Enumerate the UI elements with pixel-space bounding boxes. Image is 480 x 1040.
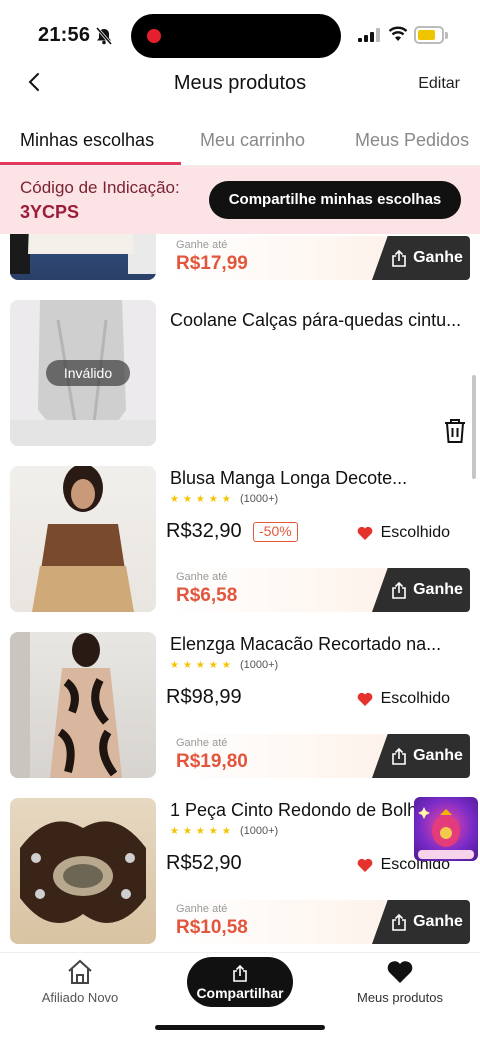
wifi-icon [388, 26, 408, 41]
review-count: (1000+) [240, 659, 279, 671]
list-item[interactable]: Inválido Coolane Calças pára-quedas cint… [0, 300, 480, 446]
earn-button[interactable]: Ganhe [372, 236, 470, 280]
home-indicator [155, 1025, 325, 1030]
product-image [10, 234, 156, 280]
review-count: (1000+) [240, 493, 279, 505]
nav-my-products-label: Meus produtos [357, 990, 443, 1005]
earn-box: Ganhe até R$10,58 Ganhe [170, 900, 470, 944]
share-icon [392, 249, 406, 267]
referral-code: 3YCPS [20, 202, 80, 222]
earn-box: Ganhe até R$6,58 Ganhe [170, 568, 470, 612]
product-image: Inválido [10, 300, 156, 446]
tab-minhas-escolhas[interactable]: Minhas escolhas [20, 130, 154, 151]
product-image [10, 632, 156, 778]
earn-button-label: Ganhe [413, 913, 463, 930]
share-icon [392, 913, 406, 931]
floating-promo-icon[interactable] [414, 797, 478, 861]
share-choices-button[interactable]: Compartilhe minhas escolhas [209, 181, 461, 219]
referral-label: Código de Indicação: [20, 178, 180, 197]
earn-label: Ganhe até [176, 903, 228, 915]
heart-icon [357, 526, 372, 540]
earn-button[interactable]: Ganhe [372, 900, 470, 944]
referral-banner: Código de Indicação: 3YCPS Compartilhe m… [0, 166, 480, 234]
earn-box: Ganhe até R$17,99 Ganhe [170, 236, 470, 280]
earn-button-label: Ganhe [413, 249, 463, 266]
edit-button[interactable]: Editar [418, 75, 460, 93]
rating-stars: ★★★★★ [170, 660, 235, 671]
heart-icon [357, 858, 372, 872]
product-image [10, 798, 156, 944]
earn-label: Ganhe até [176, 737, 228, 749]
rating-stars: ★★★★★ [170, 826, 235, 837]
chosen-label: Escolhido [380, 690, 450, 707]
earn-value: R$10,58 [176, 917, 248, 938]
earn-box: Ganhe até R$19,80 Ganhe [170, 734, 470, 778]
earn-value: R$17,99 [176, 253, 248, 274]
chosen-label: Escolhido [380, 524, 450, 541]
earn-label: Ganhe até [176, 239, 228, 251]
earn-label: Ganhe até [176, 571, 228, 583]
earn-button[interactable]: Ganhe [372, 568, 470, 612]
earn-value: R$19,80 [176, 751, 248, 772]
scrollbar[interactable] [472, 375, 476, 479]
tab-bar: Minhas escolhas Meu carrinho Meus Pedido… [0, 118, 480, 166]
heart-icon [357, 692, 372, 706]
trash-icon[interactable] [443, 418, 467, 444]
clock: 21:56 [38, 24, 91, 46]
recording-indicator-icon [147, 29, 161, 43]
active-tab-indicator [0, 162, 181, 165]
nav-share-button[interactable]: Compartilhar [187, 957, 293, 1007]
product-price: R$32,90 [166, 520, 242, 542]
product-price: R$52,90 [166, 852, 242, 874]
home-icon [68, 959, 92, 984]
list-item[interactable]: Elenzga Macacão Recortado na... ★★★★★ (1… [0, 632, 480, 778]
bell-muted-icon [95, 27, 113, 45]
nav-share-label: Compartilhar [196, 985, 284, 1001]
nav-my-products[interactable]: Meus produtos [348, 959, 452, 1005]
share-icon [392, 747, 406, 765]
product-list: Ganhe até R$17,99 Ganhe Inválido Coolane… [0, 234, 480, 952]
nav-affiliate-label: Afiliado Novo [41, 990, 119, 1005]
tab-meu-carrinho[interactable]: Meu carrinho [200, 130, 305, 151]
bottom-nav: Afiliado Novo Compartilhar Meus produtos [0, 952, 480, 1040]
status-bar: 21:56 [0, 0, 480, 72]
discount-badge: -50% [253, 522, 298, 542]
chosen-status[interactable]: Escolhido [357, 690, 450, 708]
product-name[interactable]: Elenzga Macacão Recortado na... [170, 634, 470, 655]
dynamic-island [131, 14, 341, 58]
rating-stars: ★★★★★ [170, 494, 235, 505]
list-item[interactable]: Ganhe até R$17,99 Ganhe [0, 234, 480, 280]
tab-meus-pedidos[interactable]: Meus Pedidos [355, 130, 469, 151]
invalid-badge: Inválido [46, 360, 130, 386]
share-icon [233, 964, 247, 982]
earn-button[interactable]: Ganhe [372, 734, 470, 778]
product-name[interactable]: Blusa Manga Longa Decote... [170, 468, 470, 489]
review-count: (1000+) [240, 825, 279, 837]
battery-tip [445, 32, 448, 39]
cellular-signal-icon [358, 28, 380, 42]
product-image [10, 466, 156, 612]
heart-icon [387, 961, 413, 983]
page-title: Meus produtos [173, 72, 307, 94]
earn-value: R$6,58 [176, 585, 238, 606]
product-price: R$98,99 [166, 686, 242, 708]
earn-button-label: Ganhe [413, 581, 463, 598]
nav-affiliate[interactable]: Afiliado Novo [30, 959, 130, 1005]
list-item[interactable]: Blusa Manga Longa Decote... ★★★★★ (1000+… [0, 466, 480, 612]
earn-button-label: Ganhe [413, 747, 463, 764]
share-icon [392, 581, 406, 599]
list-item[interactable]: 1 Peça Cinto Redondo de Bolh... ★★★★★ (1… [0, 798, 480, 944]
chosen-status[interactable]: Escolhido [357, 524, 450, 542]
battery-icon [414, 26, 444, 44]
product-name[interactable]: Coolane Calças pára-quedas cintu... [170, 310, 470, 331]
